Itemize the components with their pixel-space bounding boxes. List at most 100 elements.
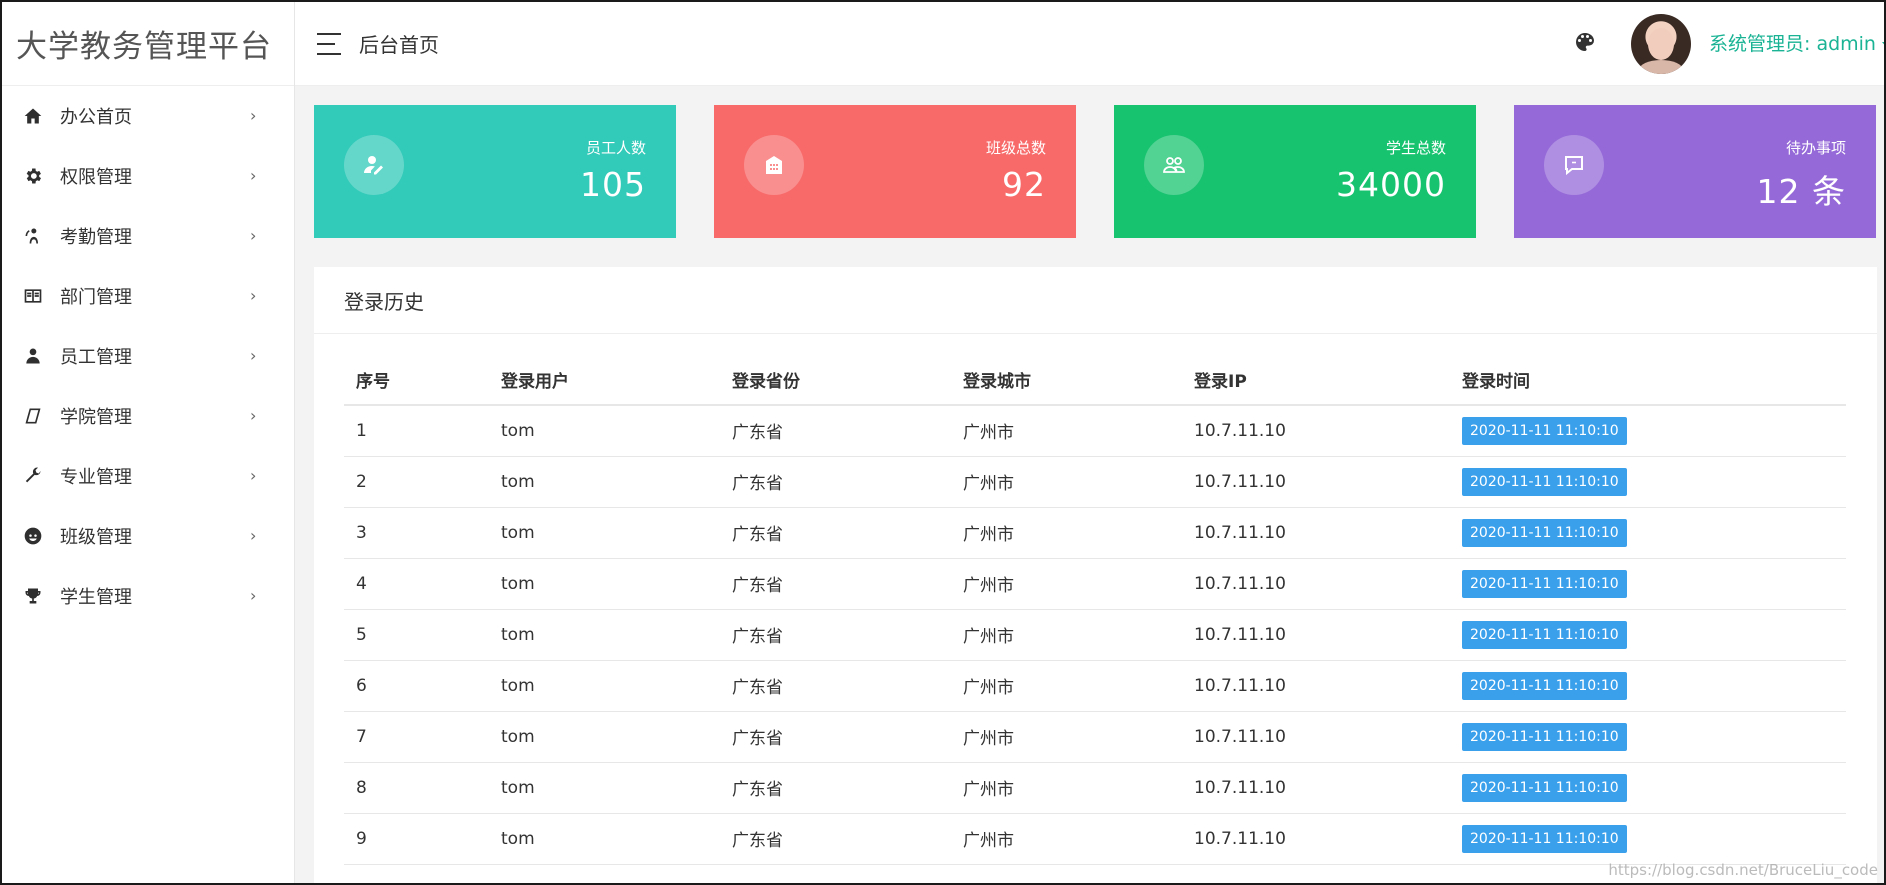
table-cell: 广东省 [720,813,951,865]
sidebar-item-label: 考勤管理 [60,227,132,248]
face-icon [22,525,44,547]
table-cell: 10.7.11.10 [1182,609,1450,661]
table-cell: 广州市 [951,456,1182,508]
time-badge: 2020-11-11 11:10:10 [1462,773,1627,802]
table-cell: 广东省 [720,660,951,712]
table-cell: 广东省 [720,456,951,508]
table-cell: tom [489,711,720,763]
sidebar-item-major[interactable]: 专业管理 › [2,446,294,506]
sidebar-item-label: 权限管理 [60,167,132,188]
chevron-right-icon: › [250,166,257,185]
stat-value: 34000 [1336,165,1446,204]
sidebar-item-attendance[interactable]: 考勤管理 › [2,206,294,266]
sidebar-item-permissions[interactable]: 权限管理 › [2,146,294,206]
table-cell: 广东省 [720,762,951,814]
panel-title: 登录历史 [314,267,1877,334]
page-title: 后台首页 [359,33,439,57]
chevron-right-icon: › [250,466,257,485]
table-row: 4 tom 广东省 广州市 10.7.11.10 2020-11-11 11:10:10 [344,558,1846,610]
login-time-cell: 2020-11-11 11:10:10 [1450,558,1846,610]
table-cell: 广东省 [720,609,951,661]
app-frame: 大学教务管理平台 办公首页 › 权限管理 › 考勤管理 › 部门管理 › 员工管… [0,0,1886,885]
table-cell: 广州市 [951,711,1182,763]
table-row: 7 tom 广东省 广州市 10.7.11.10 2020-11-11 11:10:10 [344,711,1846,763]
login-history-table: 序号 登录用户 登录省份 登录城市 登录IP 登录时间 1 tom 广东省 广州市 10.7.11… [344,355,1846,865]
avatar[interactable] [1631,14,1691,74]
column-header: 登录城市 [951,355,1182,406]
user-icon [22,345,44,367]
table-cell: 10.7.11.10 [1182,405,1450,457]
wrench-icon [22,465,44,487]
table-body: 1 tom 广东省 广州市 10.7.11.10 2020-11-11 11:10:10 2… [344,405,1846,865]
table-cell: 广州市 [951,609,1182,661]
brand-title: 大学教务管理平台 [2,2,294,86]
menu-toggle-icon[interactable] [317,32,345,55]
sidebar-item-staff[interactable]: 员工管理 › [2,326,294,386]
sidebar-nav: 办公首页 › 权限管理 › 考勤管理 › 部门管理 › 员工管理 › 学院管理 … [2,86,294,626]
sidebar-item-class[interactable]: 班级管理 › [2,506,294,566]
time-badge: 2020-11-11 11:10:10 [1462,518,1627,547]
stat-value: 12 条 [1756,172,1846,211]
table-cell: 广州市 [951,405,1182,457]
table-row: 2 tom 广东省 广州市 10.7.11.10 2020-11-11 11:10:10 [344,456,1846,508]
sidebar-item-student[interactable]: 学生管理 › [2,566,294,626]
group-icon [1144,135,1204,195]
edit-user-icon [344,135,404,195]
table-row: 6 tom 广东省 广州市 10.7.11.10 2020-11-11 11:10:10 [344,660,1846,712]
table-cell: 广东省 [720,711,951,763]
table-cell: 广州市 [951,762,1182,814]
table-cell: tom [489,405,720,457]
sidebar-item-department[interactable]: 部门管理 › [2,266,294,326]
table-cell: 10.7.11.10 [1182,456,1450,508]
table-cell: 10.7.11.10 [1182,813,1450,865]
table-cell: tom [489,456,720,508]
table-cell: 广东省 [720,507,951,559]
stat-label: 班级总数 [985,139,1046,157]
table-cell: 广州市 [951,813,1182,865]
login-time-cell: 2020-11-11 11:10:10 [1450,762,1846,814]
stat-label: 员工人数 [585,139,646,157]
login-time-cell: 2020-11-11 11:10:10 [1450,507,1846,559]
table-cell: tom [489,558,720,610]
table-row: 3 tom 广东省 广州市 10.7.11.10 2020-11-11 11:10:10 [344,507,1846,559]
table-row: 5 tom 广东省 广州市 10.7.11.10 2020-11-11 11:10:10 [344,609,1846,661]
sidebar-item-label: 部门管理 [60,287,132,308]
login-time-cell: 2020-11-11 11:10:10 [1450,813,1846,865]
column-header: 登录时间 [1450,355,1846,406]
sidebar-item-college[interactable]: 学院管理 › [2,386,294,446]
table-cell: 1 [344,405,489,457]
time-badge: 2020-11-11 11:10:10 [1462,824,1627,853]
trophy-icon [22,585,44,607]
main-content: 员工人数 105 班级总数 92 学生总数 34000 待办事项 12 条 登录… [295,86,1884,883]
user-name-label: 系统管理员: admin [1709,33,1876,55]
table-cell: 广东省 [720,558,951,610]
time-badge: 2020-11-11 11:10:10 [1462,722,1627,751]
table-cell: 5 [344,609,489,661]
chevron-right-icon: › [250,526,257,545]
table-cell: 广州市 [951,660,1182,712]
table-cell: 4 [344,558,489,610]
stat-value: 105 [580,165,646,204]
sidebar-item-office-home[interactable]: 办公首页 › [2,86,294,146]
user-menu[interactable]: 系统管理员: admin [1709,29,1884,56]
stat-label: 待办事项 [1785,139,1846,157]
table-row: 9 tom 广东省 广州市 10.7.11.10 2020-11-11 11:10:10 [344,813,1846,865]
stat-card-staff: 员工人数 105 [314,105,676,238]
sidebar-item-label: 专业管理 [60,467,132,488]
sidebar-item-label: 班级管理 [60,527,132,548]
table-cell: tom [489,660,720,712]
table-cell: 2 [344,456,489,508]
stat-cards: 员工人数 105 班级总数 92 学生总数 34000 待办事项 12 条 [314,105,1877,238]
login-time-cell: 2020-11-11 11:10:10 [1450,711,1846,763]
stat-card-classes: 班级总数 92 [714,105,1076,238]
stat-card-todos: 待办事项 12 条 [1514,105,1876,238]
table-cell: tom [489,609,720,661]
table-cell: 10.7.11.10 [1182,558,1450,610]
table-cell: 广东省 [720,405,951,457]
chat-icon [1544,135,1604,195]
chevron-right-icon: › [250,226,257,245]
time-badge: 2020-11-11 11:10:10 [1462,620,1627,649]
login-history-table-wrap: 序号 登录用户 登录省份 登录城市 登录IP 登录时间 1 tom 广东省 广州市 10.7.11… [344,355,1846,865]
palette-icon[interactable] [1573,30,1599,56]
attendance-icon [22,225,44,247]
